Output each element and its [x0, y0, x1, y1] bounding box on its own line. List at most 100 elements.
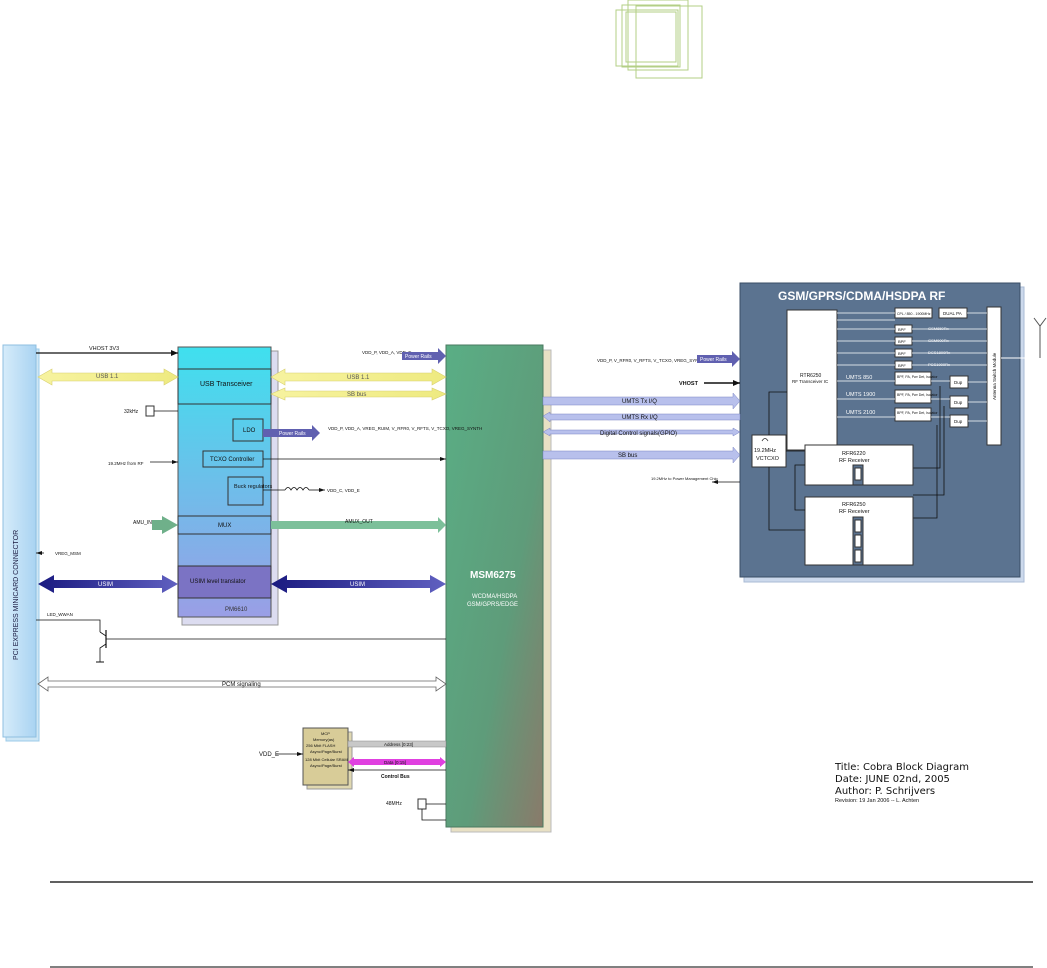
dup-label: Dup — [954, 380, 963, 385]
amu-in-label: AMU_IN — [133, 520, 152, 526]
block-diagram: PCI EXPRESS MINICARD CONNECTOR USB Trans… — [2, 0, 1047, 968]
gsm-rx-label: PCS1900Rx — [928, 362, 950, 367]
rf-power-rails-label: Power Rails — [700, 357, 727, 363]
control-bus-label: Control Bus — [381, 774, 410, 780]
sbi-label: SB bus — [618, 453, 637, 459]
usb-left-label: USB 1.1 — [96, 374, 119, 380]
rfr6250-name: RFR6250 — [842, 502, 866, 508]
arrowhead — [733, 380, 740, 386]
sbi-bus — [542, 446, 741, 464]
pa-block-label: BPF, PA, Pwr Det, Isolator — [897, 393, 938, 397]
arrowhead — [171, 350, 178, 356]
tcxo-in-label: 19.2MHz from RF — [108, 461, 144, 466]
title-block-revision: Revision: 19 Jan 2006 -- L. Achten — [835, 798, 919, 804]
gsm-rx-label: GSM900Rx — [928, 338, 949, 343]
antenna-icon — [1033, 317, 1047, 327]
amu-in-arrow — [152, 516, 178, 534]
mhz48-wire — [421, 809, 446, 821]
gsm-rx-label: DCS1800Rx — [928, 350, 950, 355]
umts-band-label: UMTS 850 — [846, 375, 872, 381]
dual-pa-label: DUAL PA — [943, 311, 962, 316]
usb-transceiver-label: USB Transceiver — [200, 381, 253, 388]
rfr6220-sub: RF Receiver — [839, 458, 870, 464]
msm-block — [445, 344, 544, 828]
pcm-label: PCM signaling — [222, 682, 261, 688]
vdd-e-label: VDD_E — [259, 752, 279, 758]
title-block-author: Author: P. Schrijvers — [835, 786, 935, 797]
mhz48-label: 48MHz — [386, 801, 402, 807]
vreg-msm-label: VREG_MSM — [55, 551, 81, 556]
transistor-icon — [99, 631, 107, 662]
crystal-32khz-icon — [145, 405, 155, 417]
power-rails-label: Power Rails — [405, 354, 432, 360]
vctcxo-freq: 19.2MHz — [754, 448, 776, 454]
address-label: Address [0:23] — [384, 742, 413, 747]
title-block-date: Date: JUNE 02nd, 2005 — [835, 774, 950, 785]
tcxo-controller-label: TCXO Controller — [210, 457, 254, 463]
bpf-box — [854, 534, 862, 548]
led-wire — [36, 619, 101, 632]
vhost-label: VHOST 3V3 — [89, 346, 119, 352]
rfr6250-sub: RF Receiver — [839, 509, 870, 515]
bpf-box — [854, 467, 862, 481]
arrowhead — [172, 460, 178, 464]
arrowhead — [319, 488, 325, 492]
umts-band-label: UMTS 1900 — [846, 392, 875, 398]
pa-block-label: BPF, PA, Pwr Det, Isolator — [897, 411, 938, 415]
gpio-label: Digital Control signals(GPIO) — [600, 431, 677, 437]
msm-sub1: WCDMA/HSDPA — [472, 594, 517, 600]
bpf-box — [854, 519, 862, 533]
memory-line: 256 Mbit FLASH — [306, 743, 335, 748]
bpf-label: BPF — [898, 363, 906, 368]
umts-rx-label: UMTS Rx I/Q — [622, 415, 658, 421]
title-block-title: Title: Cobra Block Diagram — [834, 762, 969, 773]
usim-mid-label: USIM — [350, 582, 365, 588]
umts-tx-label: UMTS Tx I/Q — [622, 399, 657, 405]
antenna-switch-label: Antenna Switch Module — [992, 352, 997, 400]
khz-label: 32kHz — [124, 409, 139, 415]
pmic-name: PM6610 — [225, 607, 248, 613]
msm-sub2: GSM/GPRS/EDGE — [467, 602, 518, 608]
pci-connector-label: PCI EXPRESS MINICARD CONNECTOR — [13, 530, 20, 660]
inductor-icon — [284, 487, 310, 491]
rfr6220-name: RFR6220 — [842, 451, 866, 457]
buck-label: Buck regulators — [234, 484, 272, 490]
dup-label: Dup — [954, 419, 963, 424]
msm-name: MSM6275 — [470, 570, 516, 581]
usim-left-label: USIM — [98, 582, 113, 588]
vhost-rf-label: VHOST — [679, 381, 699, 387]
arrowhead — [297, 752, 303, 756]
crystal-48mhz-icon — [417, 798, 427, 810]
rtr-sub: RF Transceiver IC — [792, 379, 829, 384]
usim-translator-label: USIM level translator — [190, 579, 246, 585]
rf-title: GSM/GPRS/CDMA/HSDPA RF — [778, 289, 945, 303]
umts-band-label: UMTS 2100 — [846, 410, 875, 416]
dup-label: Dup — [954, 400, 963, 405]
coupler-label: CPL / 850 - 1900MHz — [897, 312, 931, 316]
led-label: LED_WWAN — [47, 612, 73, 617]
data-label: Data [0:15] — [384, 760, 406, 765]
bpf-label: BPF — [898, 327, 906, 332]
memory-line: MCP — [321, 731, 330, 736]
vdd-rf-label: VDD_P, V_RFR0, V_RFTS, V_TCXO, VREG_SYNT… — [597, 358, 704, 363]
bpf-box — [854, 549, 862, 563]
memory-line: Async/Page/Burst — [310, 749, 343, 754]
usb-mid-label: USB 1.1 — [347, 375, 370, 381]
ldo-rails-label: VDD_P, VDD_A, VREG_RUIM, V_RFR0, V_RFTS,… — [328, 426, 482, 431]
vctcxo-label: VCTCXO — [756, 456, 780, 462]
clk-to-pm-label: 19.2MHz to Power Management Chip — [651, 476, 718, 481]
bpf-label: BPF — [898, 339, 906, 344]
arrowhead — [440, 457, 446, 461]
bpf-label: BPF — [898, 351, 906, 356]
ldo-power-rails-label: Power Rails — [279, 431, 306, 437]
pa-block-label: BPF, PA, Pwr Det, Isolator — [897, 375, 938, 379]
memory-line: Async/Page/Burst — [310, 763, 343, 768]
logo-squares — [615, 0, 703, 79]
mux-label: MUX — [218, 523, 231, 529]
sb-bus-label: SB bus — [347, 392, 366, 398]
amux-out-label: AMUX_OUT — [345, 519, 373, 525]
memory-line: 128 Mbit Cellular SRAM — [305, 757, 348, 762]
gsm-rx-label: GSM850Rx — [928, 326, 949, 331]
ldo-label: LDO — [243, 428, 256, 434]
memory-line: Memory(as) — [313, 737, 335, 742]
